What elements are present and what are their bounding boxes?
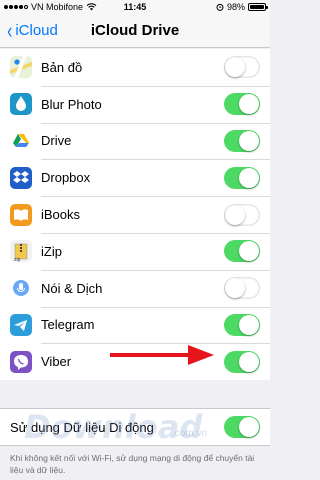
status-bar: VN Mobifone 11:45 98% [0, 0, 270, 14]
cellular-data-toggle[interactable] [224, 416, 260, 438]
app-row: iBooks [0, 196, 270, 233]
app-row-content: Dropbox [41, 159, 270, 196]
app-toggle[interactable] [224, 56, 260, 79]
app-row: Nói & Dịch [0, 269, 270, 307]
google-drive-icon [10, 129, 32, 152]
dropbox-icon [10, 166, 32, 189]
app-toggle[interactable] [224, 129, 260, 152]
app-toggle[interactable] [224, 277, 260, 300]
app-row: Blur Photo [0, 85, 270, 123]
app-row: Viber [0, 343, 270, 380]
wifi-icon [86, 3, 97, 11]
status-time: 11:45 [123, 2, 147, 12]
battery-icon [248, 3, 268, 11]
status-right: 98% [166, 2, 268, 12]
svg-text:zip: zip [14, 257, 21, 262]
toggle-knob [225, 278, 245, 299]
app-toggle[interactable] [224, 166, 260, 189]
blur-photo-icon [10, 93, 32, 116]
app-list: Bản đồ Blur Photo Drive Dropbox iBooks zip iZi… [0, 49, 270, 381]
app-row: Bản đồ [0, 49, 270, 86]
app-row-content: Bản đồ [41, 49, 270, 86]
app-row: Telegram [0, 306, 270, 344]
app-label: Nói & Dịch [41, 280, 103, 296]
toggle-knob [239, 167, 259, 188]
section-gap [0, 380, 270, 408]
app-row-content: iBooks [41, 196, 270, 233]
toggle-knob [239, 241, 259, 262]
status-left: VN Mobifone [4, 2, 104, 12]
toggle-knob [225, 204, 245, 225]
app-label: Blur Photo [41, 96, 102, 112]
app-label: Drive [41, 133, 72, 149]
app-row: zip iZip [0, 232, 270, 270]
cellular-data-row: Sử dụng Dữ liệu Di động [0, 408, 270, 446]
toggle-knob [239, 130, 259, 151]
ibooks-icon [10, 203, 32, 226]
back-button[interactable]: ‹ iCloud [6, 17, 58, 43]
app-row: Drive [0, 122, 270, 160]
app-label: Dropbox [41, 170, 91, 186]
footer-note: Khi không kết nối với Wi-Fi, sử dụng mạn… [10, 453, 255, 475]
toggle-knob [239, 94, 259, 115]
app-row: Dropbox [0, 159, 270, 196]
battery-percent: 98% [226, 2, 245, 12]
app-toggle[interactable] [224, 350, 260, 373]
speak-translate-icon [10, 277, 32, 300]
app-label: Viber [41, 354, 72, 370]
app-label: Bản đồ [41, 59, 83, 75]
app-toggle[interactable] [224, 93, 260, 116]
navigation-bar: ‹ iCloud iCloud Drive [0, 14, 270, 48]
izip-icon: zip [10, 240, 32, 263]
toggle-knob [239, 314, 259, 335]
app-row-content: Blur Photo [41, 85, 270, 123]
alarm-icon [216, 3, 224, 11]
back-label: iCloud [15, 22, 58, 39]
app-row-content: Telegram [41, 306, 270, 344]
app-label: Telegram [41, 317, 95, 333]
app-label: iZip [41, 243, 62, 259]
maps-icon [10, 56, 32, 79]
app-toggle[interactable] [224, 240, 260, 263]
telegram-icon [10, 313, 32, 336]
app-row-content: Nói & Dịch [41, 269, 270, 307]
carrier-label: VN Mobifone [31, 2, 84, 12]
app-row-content: iZip [41, 232, 270, 270]
chevron-left-icon: ‹ [7, 17, 13, 43]
toggle-knob [225, 57, 245, 78]
toggle-knob [239, 351, 259, 372]
app-toggle[interactable] [224, 203, 260, 226]
cellular-data-label: Sử dụng Dữ liệu Di động [10, 419, 154, 435]
app-label: iBooks [41, 207, 81, 223]
signal-icon [4, 5, 28, 9]
battery-fill [250, 5, 264, 9]
app-row-content: Viber [41, 343, 270, 380]
app-toggle[interactable] [224, 313, 260, 336]
viber-icon [10, 350, 32, 373]
app-row-content: Drive [41, 122, 270, 160]
